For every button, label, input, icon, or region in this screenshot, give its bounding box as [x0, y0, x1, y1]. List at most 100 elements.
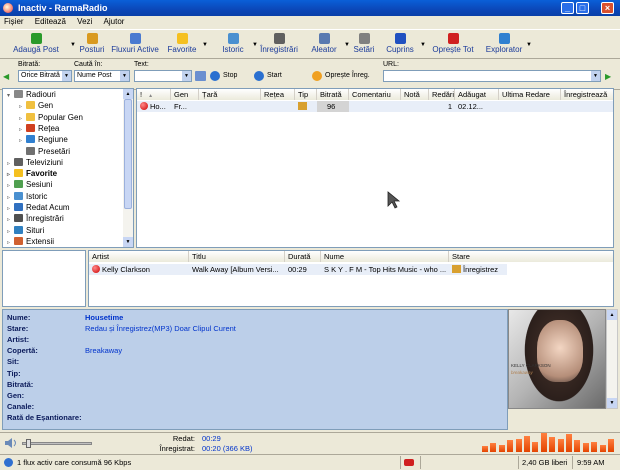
cell-type	[295, 101, 317, 112]
stop-icon[interactable]	[92, 265, 100, 273]
url-label: URL:	[383, 61, 399, 68]
column-header-inregistreaza[interactable]: Înregistrează	[561, 89, 613, 100]
status-bar: 1 flux activ care consumă 96 Kbps 2,40 G…	[0, 454, 620, 470]
search-in-select[interactable]: Nume Post ▼	[74, 70, 130, 82]
equalizer-bar	[498, 444, 505, 452]
back-arrow-icon[interactable]: ◀	[3, 72, 9, 81]
table-row[interactable]: Ho... Fr... 96 1 02.12...	[137, 101, 613, 112]
url-input[interactable]: ▼	[383, 70, 601, 82]
tree-item-presetari[interactable]: Presetări	[19, 146, 70, 157]
cell-country	[199, 101, 261, 112]
info-scrollbar[interactable]: ▲ ▼	[606, 309, 618, 409]
stop-button[interactable]: Stop	[210, 70, 237, 82]
folder-icon	[26, 112, 35, 121]
column-header-bitrata[interactable]: Bitrată	[317, 89, 349, 100]
stop-recording-button[interactable]: Oprește Înreg.	[312, 70, 370, 82]
column-header-tara[interactable]: Țară	[199, 89, 261, 100]
tree-item-favorite[interactable]: ▹ Favorite	[7, 168, 57, 179]
toolbar-explorator-button[interactable]: Explorator ▼	[484, 31, 532, 59]
stop-icon[interactable]	[140, 102, 148, 110]
column-header-retea[interactable]: Rețea	[261, 89, 295, 100]
chevron-down-icon[interactable]: ▼	[344, 42, 350, 48]
column-header-gen[interactable]: Gen	[171, 89, 199, 100]
calendar-icon	[14, 191, 23, 200]
toolbar-inregistrari-button[interactable]: Înregistrări	[258, 31, 300, 59]
track-list: Artist Titlu Durată Nume Stare Kelly Clarkso…	[88, 250, 614, 307]
track-cell-name: S K Y . F M - Top Hits Music - who ...	[324, 265, 447, 274]
tree-item-regiune[interactable]: ▹ Regiune	[19, 134, 68, 145]
column-header-adaugat[interactable]: Adăugat	[455, 89, 499, 100]
menu-file[interactable]: Fișier	[0, 16, 29, 28]
close-button[interactable]: ×	[601, 2, 614, 14]
track-header-titlu[interactable]: Titlu	[189, 251, 285, 262]
chevron-down-icon[interactable]: ▼	[526, 42, 532, 48]
tree-item-sesiuni[interactable]: ▹ Sesiuni	[7, 179, 52, 190]
column-header-ultima-redare[interactable]: Ultima Redare	[499, 89, 561, 100]
tree-item-inregistrari[interactable]: ▹ Înregistrări	[7, 213, 64, 224]
tree-item-extensii[interactable]: ▹ Extensii	[7, 236, 54, 247]
text-input[interactable]: ▼	[134, 70, 192, 82]
toolbar-aleator-button[interactable]: Aleator ▼	[306, 31, 350, 59]
go-arrow-icon[interactable]: ▶	[605, 72, 611, 81]
column-header-nota[interactable]: Notă	[401, 89, 429, 100]
record-indicator-icon	[404, 459, 414, 466]
toolbar-istoric-button[interactable]: Istoric ▼	[216, 31, 258, 59]
chevron-down-icon[interactable]: ▼	[70, 42, 76, 48]
stream-status: 1 flux activ care consumă 96 Kbps	[17, 458, 132, 467]
menu-view[interactable]: Vezi	[73, 16, 97, 28]
track-header-artist[interactable]: Artist	[89, 251, 189, 262]
tree-scrollbar[interactable]: ▲ ▼	[123, 89, 133, 247]
chevron-down-icon[interactable]: ▼	[420, 42, 426, 48]
tree-item-redat-acum[interactable]: ▹ Redat Acum	[7, 202, 70, 213]
equalizer-bar	[532, 441, 539, 452]
session-icon	[14, 180, 23, 189]
minimize-button[interactable]: _	[561, 2, 574, 14]
now-playing-icon	[14, 203, 23, 211]
start-button[interactable]: Start	[254, 70, 282, 82]
column-header-comentariu[interactable]: Comentariu	[349, 89, 401, 100]
disk-icon	[14, 214, 23, 223]
maximize-button[interactable]: □	[576, 2, 589, 14]
playback-bar: Redat: 00:29 Înregistrat: 00:20 (366 KB)	[0, 432, 620, 454]
text-label: Text:	[134, 61, 149, 68]
chevron-down-icon[interactable]: ▼	[202, 42, 208, 48]
track-header-stare[interactable]: Stare	[449, 251, 613, 262]
toolbar-posturi-button[interactable]: Posturi	[78, 31, 106, 59]
expander-icon[interactable]: ▹	[7, 238, 14, 247]
toolbar-setari-button[interactable]: Setări	[352, 31, 376, 59]
info-icon	[4, 458, 13, 467]
cell-bitrate: 96	[317, 101, 349, 112]
tree-item-radiouri[interactable]: ▾ Radiouri	[7, 89, 56, 100]
equalizer-bar	[540, 432, 547, 452]
bitrate-select[interactable]: Orice Bitrată ▼	[18, 70, 72, 82]
toolbar-cuprins-button[interactable]: Cuprins ▼	[382, 31, 426, 59]
menu-help[interactable]: Ajutor	[100, 16, 130, 28]
star-icon	[14, 169, 23, 178]
tree-item-retea[interactable]: ▹ Rețea	[19, 123, 59, 134]
column-header-redari[interactable]: Redări	[429, 89, 455, 100]
tree-item-situri[interactable]: ▹ Situri	[7, 225, 44, 236]
tree-item-televiziuni[interactable]: ▹ Televiziuni	[7, 157, 63, 168]
tree-item-popular-gen[interactable]: ▹ Popular Gen	[19, 112, 83, 123]
search-icon[interactable]	[195, 71, 206, 81]
column-header-tip[interactable]: Tip	[295, 89, 317, 100]
shuffle-icon	[318, 33, 330, 44]
equalizer-bar	[582, 443, 589, 452]
tree-item-gen[interactable]: ▹ Gen	[19, 100, 53, 111]
toolbar-favorite-button[interactable]: Favorite ▼	[164, 31, 208, 59]
tree-item-istoric[interactable]: ▹ Istoric	[7, 191, 47, 202]
radio-icon	[14, 90, 23, 98]
toolbar-opreste-tot-button[interactable]: Oprește Tot	[430, 31, 476, 59]
volume-slider[interactable]	[22, 439, 92, 448]
menu-edit[interactable]: Editează	[31, 16, 71, 28]
column-header-status[interactable]: ! ▲	[137, 89, 171, 100]
equalizer-bar	[507, 440, 514, 452]
network-icon	[26, 123, 35, 132]
expander-icon[interactable]: ▾	[7, 91, 14, 102]
speaker-icon[interactable]	[4, 437, 18, 449]
toolbar-fluxuri-active-button[interactable]: Fluxuri Active	[110, 31, 160, 59]
toolbar-adauga-post-button[interactable]: Adaugă Post ▼	[4, 31, 76, 59]
track-row[interactable]: Kelly Clarkson Walk Away [Album Versi... 0…	[89, 264, 507, 275]
track-header-durata[interactable]: Durată	[285, 251, 321, 262]
track-header-nume[interactable]: Nume	[321, 251, 449, 262]
